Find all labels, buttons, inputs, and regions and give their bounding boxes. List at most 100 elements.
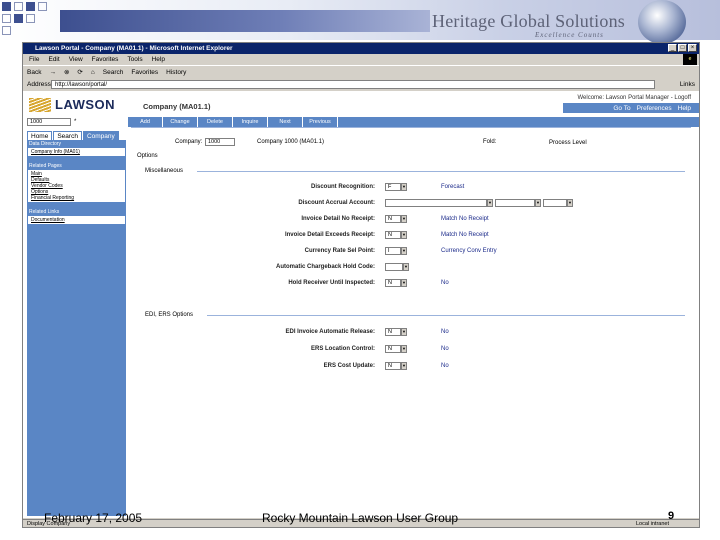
- maximize-button[interactable]: □: [678, 44, 687, 52]
- field-label: ERS Location Control:: [311, 346, 375, 352]
- stop-button[interactable]: ⊗: [64, 66, 69, 78]
- misc-row: Hold Receiver Until Inspected: N ▼ No: [127, 278, 699, 288]
- search-star-icon[interactable]: *: [74, 119, 76, 125]
- ie-logo-icon: e: [683, 54, 697, 65]
- goto-link[interactable]: Go To: [613, 105, 630, 112]
- dropdown-arrow-icon[interactable]: ▼: [535, 199, 541, 207]
- globe-icon: [638, 0, 686, 44]
- dropdown-arrow-icon[interactable]: ▼: [403, 263, 409, 271]
- edi-invoice-release-select[interactable]: N: [385, 328, 401, 336]
- browser-toolbar: Back → ⊗ ⟳ ⌂ Search Favorites History: [23, 65, 699, 78]
- misc-row: Currency Rate Sel Point: I ▼ Currency Co…: [127, 246, 699, 256]
- company-search-input[interactable]: 1000: [27, 118, 71, 126]
- link-financial-reporting[interactable]: Financial Reporting: [31, 195, 122, 201]
- link-documentation[interactable]: Documentation: [31, 217, 122, 223]
- section-head-related-links: Related Links: [27, 208, 126, 216]
- field-description: No: [441, 363, 449, 369]
- company-name: Company 1000 (MA01.1): [257, 139, 325, 145]
- field-label: Invoice Detail No Receipt:: [301, 216, 375, 222]
- delete-button[interactable]: Delete: [198, 117, 233, 127]
- goto-links: Go To Preferences Help: [613, 105, 691, 112]
- forward-button[interactable]: →: [49, 66, 56, 78]
- invoice-detail-no-receipt-select[interactable]: N: [385, 215, 401, 223]
- welcome-text[interactable]: Welcome: Lawson Portal Manager - Logoff: [577, 95, 691, 101]
- menu-view[interactable]: View: [69, 54, 83, 65]
- search-button[interactable]: Search: [103, 66, 124, 78]
- page-title: Company (MA01.1): [143, 102, 211, 111]
- address-label: Address: [27, 81, 51, 88]
- dropdown-arrow-icon[interactable]: ▼: [487, 199, 493, 207]
- discount-recognition-select[interactable]: F: [385, 183, 401, 191]
- dropdown-arrow-icon[interactable]: ▼: [401, 279, 407, 287]
- hold-receiver-select[interactable]: N: [385, 279, 401, 287]
- misc-row: Automatic Chargeback Hold Code: ▼: [127, 262, 699, 272]
- company-label: Company:: [175, 139, 203, 145]
- dropdown-arrow-icon[interactable]: ▼: [401, 362, 407, 370]
- accrual-extra-input[interactable]: [543, 199, 567, 207]
- misc-row: Invoice Detail No Receipt: N ▼ Match No …: [127, 214, 699, 224]
- section-head-related-pages: Related Pages: [27, 162, 126, 170]
- dropdown-arrow-icon[interactable]: ▼: [401, 231, 407, 239]
- menu-help[interactable]: Help: [152, 54, 165, 65]
- menu-file[interactable]: File: [29, 54, 39, 65]
- header-divider: [131, 127, 691, 128]
- links-label[interactable]: Links: [680, 79, 695, 90]
- chargeback-hold-input[interactable]: [385, 263, 403, 271]
- inquire-button[interactable]: Inquire: [233, 117, 268, 127]
- accrual-subaccount-input[interactable]: [495, 199, 535, 207]
- page-content: LAWSON Company (MA01.1) Welcome: Lawson …: [23, 91, 699, 518]
- field-label: Hold Receiver Until Inspected:: [288, 280, 375, 286]
- home-button[interactable]: ⌂: [91, 66, 95, 78]
- page-number: 9: [668, 510, 675, 522]
- help-link[interactable]: Help: [678, 105, 691, 112]
- footer-title: Rocky Mountain Lawson User Group: [262, 511, 459, 525]
- address-bar: Address http://lawson/portal/ Links: [23, 79, 699, 90]
- favorites-button[interactable]: Favorites: [131, 66, 158, 78]
- dropdown-arrow-icon[interactable]: ▼: [401, 215, 407, 223]
- related-pages-list: Main Defaults Vendor Codes Options Finan…: [28, 170, 125, 202]
- company-input[interactable]: 1000: [205, 138, 235, 146]
- dropdown-arrow-icon[interactable]: ▼: [401, 328, 407, 336]
- ers-cost-update-select[interactable]: N: [385, 362, 401, 370]
- history-button[interactable]: History: [166, 66, 186, 78]
- add-button[interactable]: Add: [128, 117, 163, 127]
- edi-row: ERS Cost Update: N ▼ No: [127, 361, 699, 371]
- back-button[interactable]: Back: [27, 66, 41, 78]
- menu-favorites[interactable]: Favorites: [92, 54, 119, 65]
- refresh-button[interactable]: ⟳: [77, 66, 82, 78]
- previous-button[interactable]: Previous: [303, 117, 338, 127]
- left-pane: Data Directory Company Info (MA01) Relat…: [27, 140, 126, 516]
- ers-location-control-select[interactable]: N: [385, 345, 401, 353]
- close-button[interactable]: ×: [688, 44, 697, 52]
- invoice-detail-exceeds-select[interactable]: N: [385, 231, 401, 239]
- menu-tools[interactable]: Tools: [127, 54, 142, 65]
- dropdown-arrow-icon[interactable]: ▼: [401, 183, 407, 191]
- accrual-account-input[interactable]: [385, 199, 487, 207]
- tab-company[interactable]: Company: [82, 131, 119, 140]
- dropdown-arrow-icon[interactable]: ▼: [401, 247, 407, 255]
- field-description: Match No Receipt: [441, 216, 489, 222]
- status-zone: Local intranet: [635, 521, 669, 527]
- left-tabs: Home Search Company: [27, 131, 119, 140]
- currency-rate-select[interactable]: I: [385, 247, 401, 255]
- field-description: Match No Receipt: [441, 232, 489, 238]
- tab-home[interactable]: Home: [27, 131, 53, 140]
- window-title: Lawson Portal - Company (MA01.1) - Micro…: [23, 43, 699, 54]
- dropdown-arrow-icon[interactable]: ▼: [567, 199, 573, 207]
- tab-search[interactable]: Search: [53, 131, 82, 140]
- square-decoration: [26, 2, 35, 11]
- field-label: Automatic Chargeback Hold Code:: [275, 264, 375, 270]
- menu-edit[interactable]: Edit: [48, 54, 59, 65]
- address-input[interactable]: http://lawson/portal/: [51, 80, 655, 89]
- brand-name: Heritage Global Solutions: [432, 11, 625, 31]
- minimize-button[interactable]: _: [668, 44, 677, 52]
- preferences-link[interactable]: Preferences: [637, 105, 672, 112]
- misc-row: Invoice Detail Exceeds Receipt: N ▼ Matc…: [127, 230, 699, 240]
- link-company-info[interactable]: Company Info (MA01): [31, 149, 122, 155]
- field-label: Invoice Detail Exceeds Receipt:: [284, 232, 375, 238]
- dropdown-arrow-icon[interactable]: ▼: [401, 345, 407, 353]
- misc-row: Discount Recognition: F ▼ Forecast: [127, 182, 699, 192]
- change-button[interactable]: Change: [163, 117, 198, 127]
- next-button[interactable]: Next: [268, 117, 303, 127]
- square-decoration: [38, 2, 47, 11]
